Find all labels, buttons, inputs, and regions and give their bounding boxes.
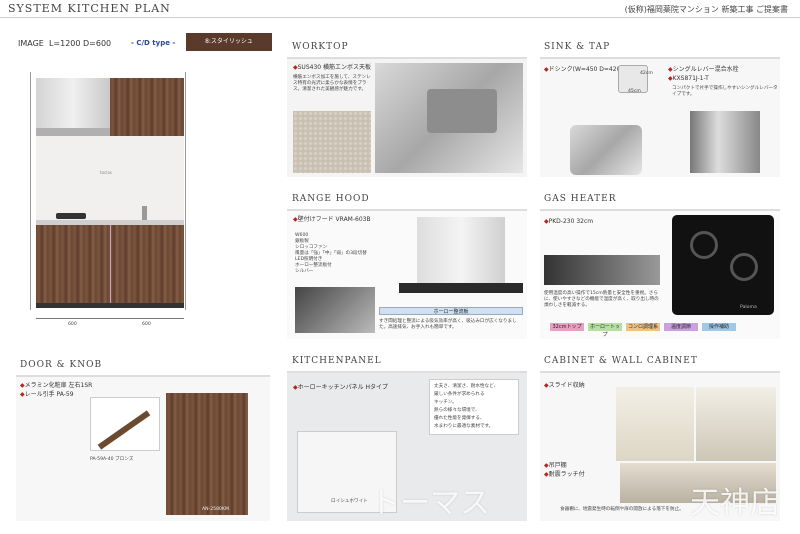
faucet-icon <box>142 206 147 220</box>
hood-heading: RANGE HOOD <box>292 194 370 204</box>
gas-chip-5: 操作補助 <box>702 323 736 331</box>
hood-photo <box>417 217 505 283</box>
cabinet-spec3-line: ◆耐震ラッチ付 <box>544 470 585 479</box>
gas-panel: ◆PKD-230 32cm 使用温度の高い操作で15cm熱量と安全性を重視。さら… <box>540 209 780 339</box>
burner-right-icon <box>730 253 758 281</box>
panel-desc-1: 丈夫さ、清潔さ、耐水性など、 <box>434 384 499 389</box>
type-label: - C/D type - <box>131 39 176 47</box>
door-sample <box>166 393 248 515</box>
gas-heading: GAS HEATER <box>544 194 617 204</box>
hood-spec-line: ◆壁付けフード VRAM-603B <box>293 215 371 224</box>
color-badge: 8:スタイリッシュ <box>186 33 272 51</box>
tap-desc: コンパクトで片手で操作しやすいシングルレバータイプです。 <box>672 86 778 97</box>
cabinet-heading: CABINET & WALL CABINET <box>544 356 698 366</box>
plinth <box>36 303 184 308</box>
kitchen-drawing: toclas 600 600 <box>30 72 186 327</box>
worktop-sink-bowl <box>427 89 497 133</box>
cabinet-spec1: スライド収納 <box>548 382 585 389</box>
hood-badge: ホーロー整流板 <box>379 307 523 315</box>
gas-desc: 使用温度の高い操作で15cm熱量と安全性を重視。さらに、使いやすさなどの機能で温… <box>544 291 659 308</box>
sink-spec: ドシンク(W=450 D=420) <box>548 66 623 73</box>
hood-spec: 壁付けフード VRAM-603B <box>297 216 371 223</box>
dim-line <box>36 318 184 319</box>
panel-spec: ホーローキッチンパネル Hタイプ <box>297 384 389 391</box>
tap-photo <box>690 111 760 173</box>
client-name: (仮称)福岡薬院マンション 新築工事 ご提案書 <box>624 5 788 14</box>
burner-left-icon <box>690 231 718 259</box>
panel-sample-label: ロイシュホワイト <box>331 499 368 504</box>
cabinet-spec2: 吊戸棚 <box>548 462 567 469</box>
worktop-desc: 横筋エンボス加工を施して、ステンレス特有の光沢に柔らかな表情をプラス。清潔された… <box>293 75 371 92</box>
gas-chip-2: ホーロートップ <box>588 323 622 338</box>
hood-panel: ◆壁付けフード VRAM-603B W600 銀板製 シロッコファン 風量は「強… <box>287 209 527 339</box>
gas-chip-4: 温度調節 <box>664 323 698 331</box>
hood-photo-base <box>399 283 523 293</box>
header-divider <box>0 17 800 18</box>
wall-cabinet <box>110 78 184 136</box>
image-label: IMAGE L=1200 D=600 <box>18 39 111 48</box>
tap-model: KXS871J-1-T <box>672 75 709 82</box>
cabinet-spec2-line: ◆吊戸棚 <box>544 461 567 470</box>
cabinet-spec1-line: ◆スライド収納 <box>544 381 585 390</box>
handle-name: PA-59A-40 ブロンズ <box>90 457 134 462</box>
watermark-left: トーマス <box>370 486 490 521</box>
worktop-panel: ◆SUS430 横筋エンボス天板 横筋エンボス加工を施して、ステンレス特有の光沢… <box>287 57 527 177</box>
sink-photo <box>570 125 642 175</box>
panel-heading: KITCHENPANEL <box>292 356 382 366</box>
worktop-heading: WORKTOP <box>292 42 349 52</box>
gas-spec: PKD-230 32cm <box>548 218 594 225</box>
drawing-frame-left <box>30 72 31 310</box>
sink-dim-d: 45cm <box>628 89 641 94</box>
drawer-photo-1 <box>616 387 694 461</box>
hood-feature-7: シルバー <box>295 269 314 274</box>
page-title: SYSTEM KITCHEN PLAN <box>8 2 171 15</box>
hood-photo-small <box>295 287 375 333</box>
watermark-right: 天神店 <box>690 486 780 521</box>
dim-right: 600 <box>142 322 151 327</box>
gas-brand: Paloma <box>740 305 757 310</box>
panel-desc-box: 丈夫さ、清潔さ、耐水性など、 厳しい条件が求められる キッチン。 熱らの様々な環… <box>429 379 519 435</box>
sink-panel: ◆ドシンク(W=450 D=420) 42cm 45cm ◆シングルレバー混合水… <box>540 57 780 177</box>
backsplash <box>36 136 184 220</box>
door-spec1: メラミン化粧扉 左右1SR <box>24 382 93 389</box>
panel-spec-line: ◆ホーローキッチンパネル Hタイプ <box>293 383 388 392</box>
hood-bottom <box>36 128 110 136</box>
worktop-texture <box>293 111 371 173</box>
drawer-photo-2 <box>696 387 776 461</box>
gas-photo <box>672 215 774 315</box>
dim-left: 600 <box>68 322 77 327</box>
tap-spec: シングルレバー混合水栓 <box>672 66 739 73</box>
door-sample-name: AN-2580KM <box>202 507 229 512</box>
image-size: L=1200 D=600 <box>48 39 112 48</box>
panel-desc-5: 優れた性能を発揮する、 <box>434 416 485 421</box>
gas-photo-small <box>544 255 660 285</box>
door-spec1-line: ◆メラミン化粧扉 左右1SR <box>20 381 92 390</box>
image-label-text: IMAGE <box>18 39 44 48</box>
worktop-spec-line: ◆SUS430 横筋エンボス天板 <box>293 63 371 72</box>
burner-icon <box>56 213 86 219</box>
panel-desc-4: 熱らの様々な環境で、 <box>434 408 480 413</box>
brand-mark: toclas <box>100 170 112 175</box>
door-spec2-line: ◆レール引手 PA-59 <box>20 390 74 399</box>
tap-spec-line: ◆シングルレバー混合水栓 <box>668 65 739 74</box>
gas-chip-3: コンロ調理系 <box>626 323 660 331</box>
sink-dim-w: 42cm <box>640 71 653 76</box>
hood-desc: すき間処理と整流による吸気効率が高く、吸込み口が広くなりました。高速排気、お手入… <box>379 319 517 330</box>
drawing-frame-right <box>185 72 186 310</box>
panel-desc-6: 水まわりに最適な素材です。 <box>434 424 494 429</box>
door-panel: ◆メラミン化粧扉 左右1SR ◆レール引手 PA-59 PA-59A-40 ブロ… <box>16 375 270 521</box>
gas-spec-line: ◆PKD-230 32cm <box>544 217 593 226</box>
panel-desc-3: キッチン。 <box>434 400 457 405</box>
worktop-spec: SUS430 横筋エンボス天板 <box>297 64 371 71</box>
door-heading: DOOR & KNOB <box>20 360 103 370</box>
tap-model-line: ◆KXS871J-1-T <box>668 74 709 83</box>
door-spec2: レール引手 PA-59 <box>24 391 74 398</box>
sink-heading: SINK & TAP <box>544 42 611 52</box>
cabinet-spec3: 耐震ラッチ付 <box>548 471 585 478</box>
gas-chip-1: 32cmトップ <box>550 323 584 331</box>
panel-desc-2: 厳しい条件が求められる <box>434 392 485 397</box>
base-divider <box>110 225 111 303</box>
sink-spec-line: ◆ドシンク(W=450 D=420) <box>544 65 623 74</box>
